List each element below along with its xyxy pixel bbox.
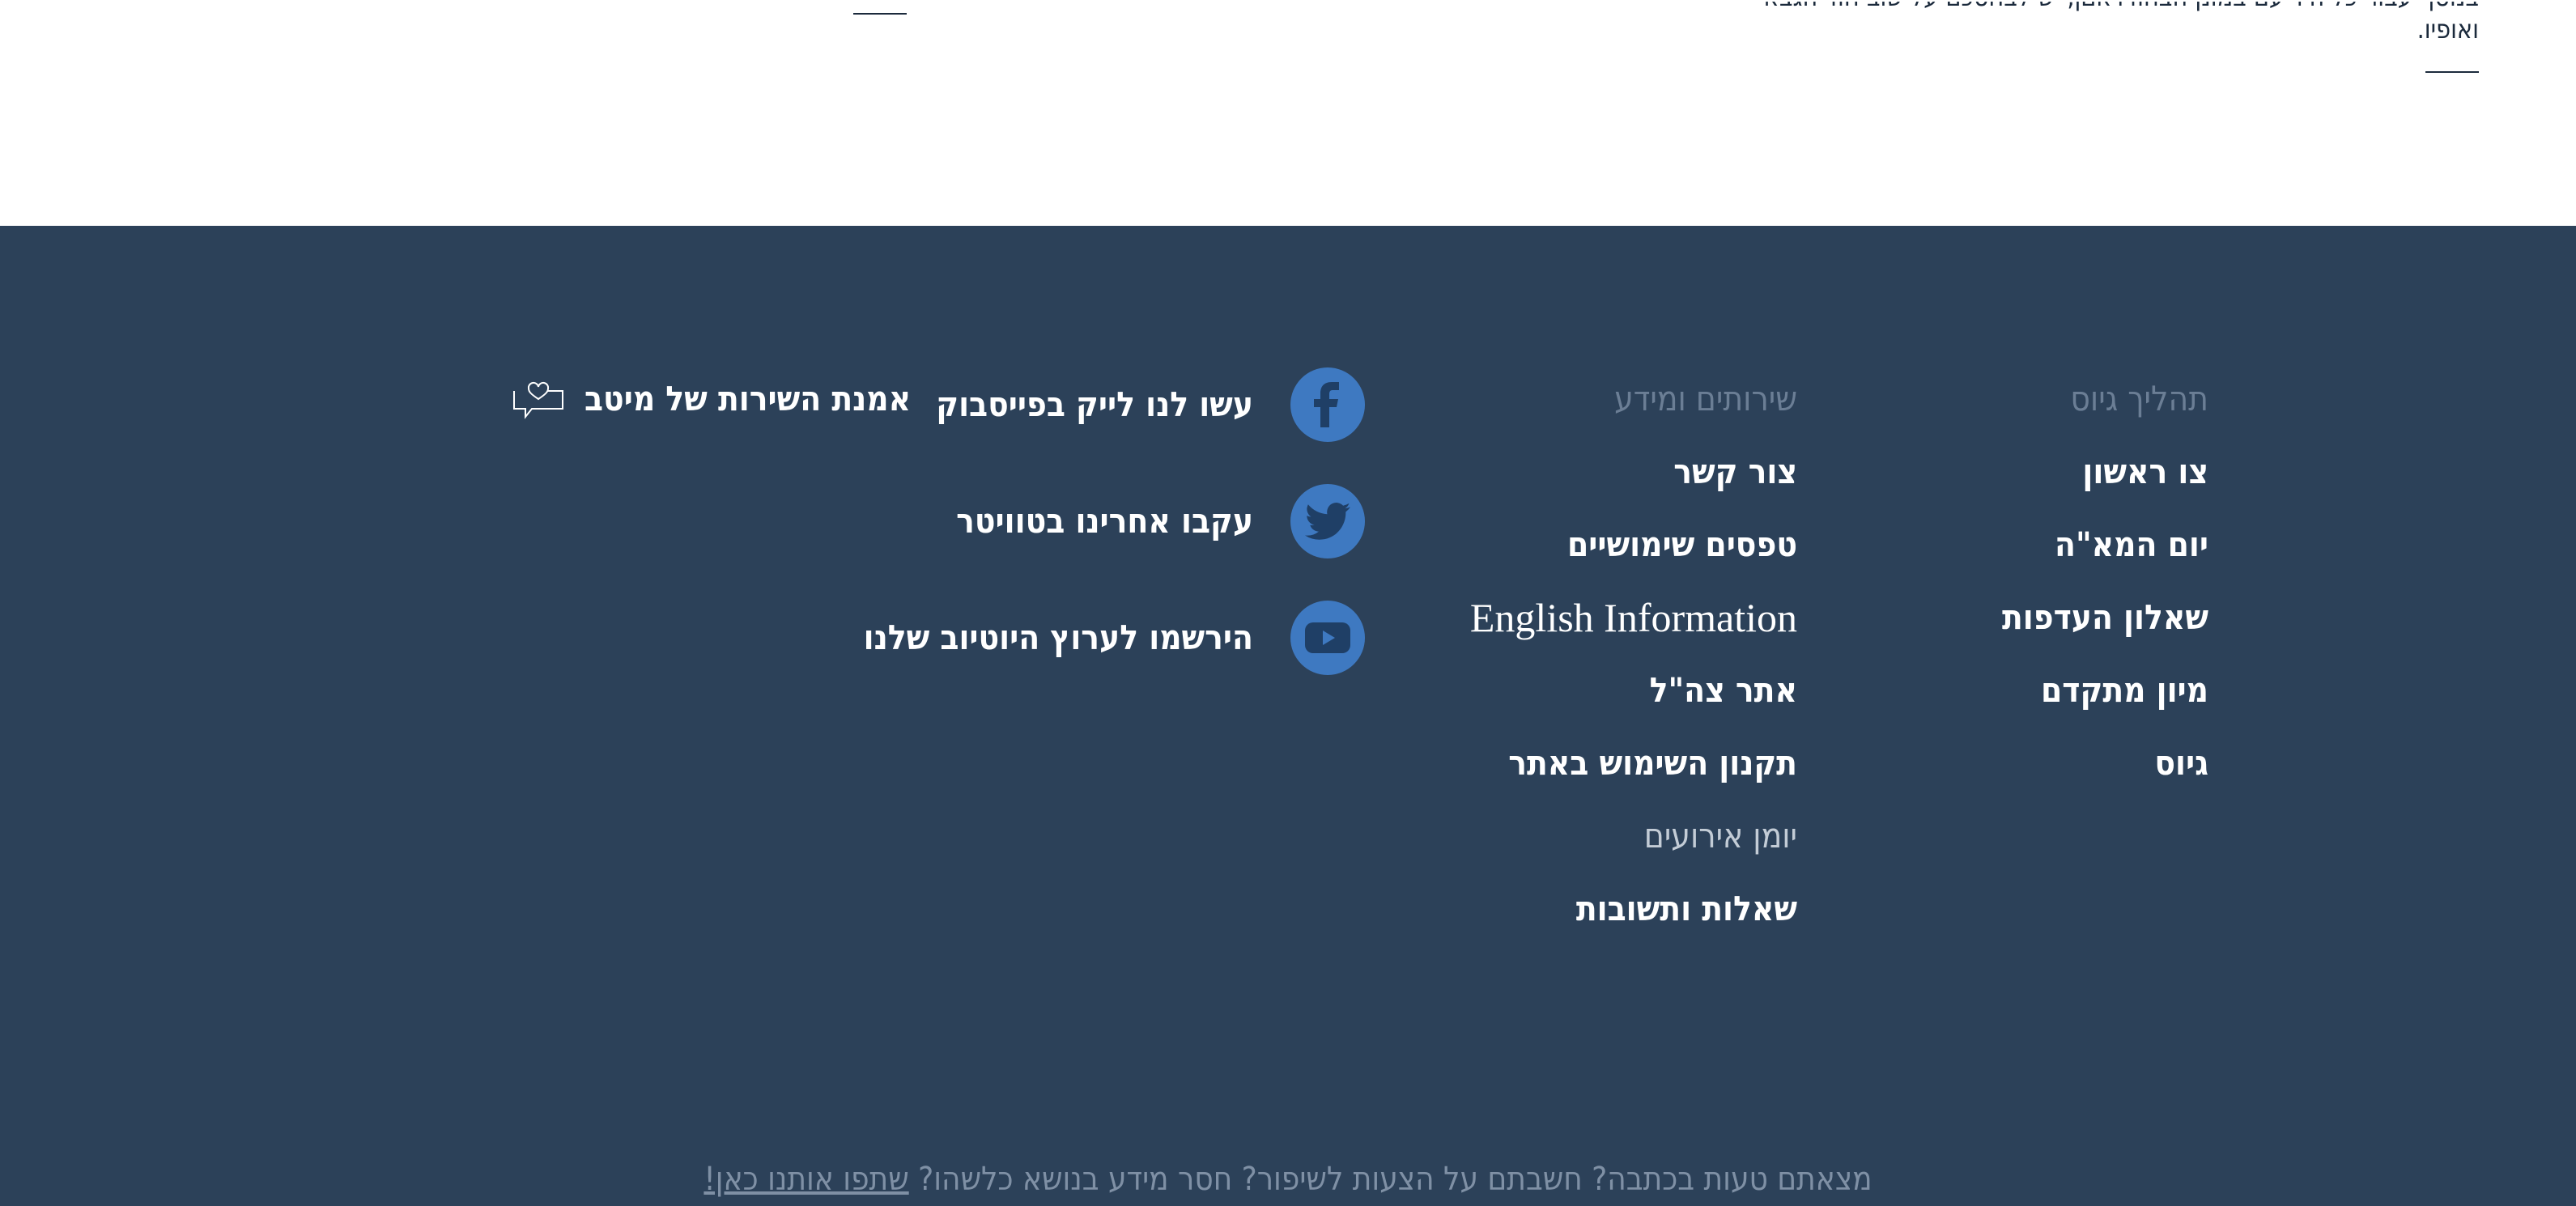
- footer-column-services: שירותים ומידע צור קשר טפסים שימושיים Eng…: [1470, 376, 1797, 959]
- footer-link-screening-day[interactable]: יום המא"ה: [2002, 522, 2208, 595]
- feedback-text: מצאתם טעות בכתבה? חשבתם על הצעות לשיפור?…: [918, 1161, 1872, 1198]
- footer-link-terms-of-use[interactable]: תקנון השימוש באתר: [1470, 741, 1797, 813]
- service-pledge-link[interactable]: אמנת השירות של מיטב: [512, 376, 911, 422]
- article-bottom: בנוסף עבור כל היד עם במונן הבחודדאםן, יש…: [0, 0, 2576, 226]
- footer-link-enlistment[interactable]: גיוס: [2002, 741, 2208, 813]
- service-pledge-label: אמנת השירות של מיטב: [584, 379, 912, 418]
- social-link-facebook[interactable]: עשו לנו לייק בפייסבוק: [864, 367, 1365, 442]
- feedback-share-link[interactable]: שתפו אותנו כאן!: [704, 1161, 908, 1198]
- youtube-icon[interactable]: [1290, 601, 1365, 675]
- footer-link-events-calendar[interactable]: יומן אירועים: [1470, 813, 1797, 886]
- footer-link-first-summons[interactable]: צו ראשון: [2002, 449, 2208, 522]
- social-link-youtube[interactable]: הירשמו לערוץ היוטיוב שלנו: [864, 601, 1365, 675]
- feedback-line: מצאתם טעות בכתבה? חשבתם על הצעות לשיפור?…: [0, 1157, 2576, 1202]
- footer-link-preferences-questionnaire[interactable]: שאלון העדפות: [2002, 595, 2208, 668]
- footer-column-title: שירותים ומידע: [1614, 379, 1797, 418]
- site-footer: תהליך גיוס צו ראשון יום המא"ה שאלון העדפ…: [0, 226, 2576, 1206]
- article-text: בנוסף עבור כל היד עם במונן הבחודדאםן, יש…: [1764, 2, 2479, 45]
- footer-link-english-information[interactable]: English Information: [1470, 595, 1797, 668]
- social-link-label: עקבו אחרינו בטוויטר: [956, 501, 1253, 541]
- article-text-line-1: בנוסף עבור כל היד עם במונן הבחודדאםן, יש…: [1764, 2, 2479, 13]
- article-divider: [2425, 71, 2479, 73]
- social-links: עשו לנו לייק בפייסבוק עקבו אחרינו בטוויט…: [864, 367, 1365, 717]
- twitter-icon[interactable]: [1290, 484, 1365, 558]
- article-divider-secondary: [853, 13, 907, 15]
- social-link-label: עשו לנו לייק בפייסבוק: [936, 384, 1253, 424]
- article-text-line-2: ואופיו.: [2417, 14, 2479, 45]
- heart-speech-bubble-icon: [512, 376, 565, 422]
- footer-link-advanced-screening[interactable]: מיון מתקדם: [2002, 668, 2208, 741]
- footer-link-faq[interactable]: שאלות ותשובות: [1470, 886, 1797, 959]
- social-link-label: הירשמו לערוץ היוטיוב שלנו: [863, 618, 1253, 657]
- footer-link-contact[interactable]: צור קשר: [1470, 449, 1797, 522]
- footer-column-title: תהליך גיוס: [2070, 379, 2208, 418]
- facebook-icon[interactable]: [1290, 367, 1365, 442]
- footer-column-process: תהליך גיוס צו ראשון יום המא"ה שאלון העדפ…: [2002, 376, 2208, 813]
- social-link-twitter[interactable]: עקבו אחרינו בטוויטר: [864, 484, 1365, 558]
- footer-link-idf-site[interactable]: אתר צה"ל: [1470, 668, 1797, 741]
- footer-link-useful-forms[interactable]: טפסים שימושיים: [1470, 522, 1797, 595]
